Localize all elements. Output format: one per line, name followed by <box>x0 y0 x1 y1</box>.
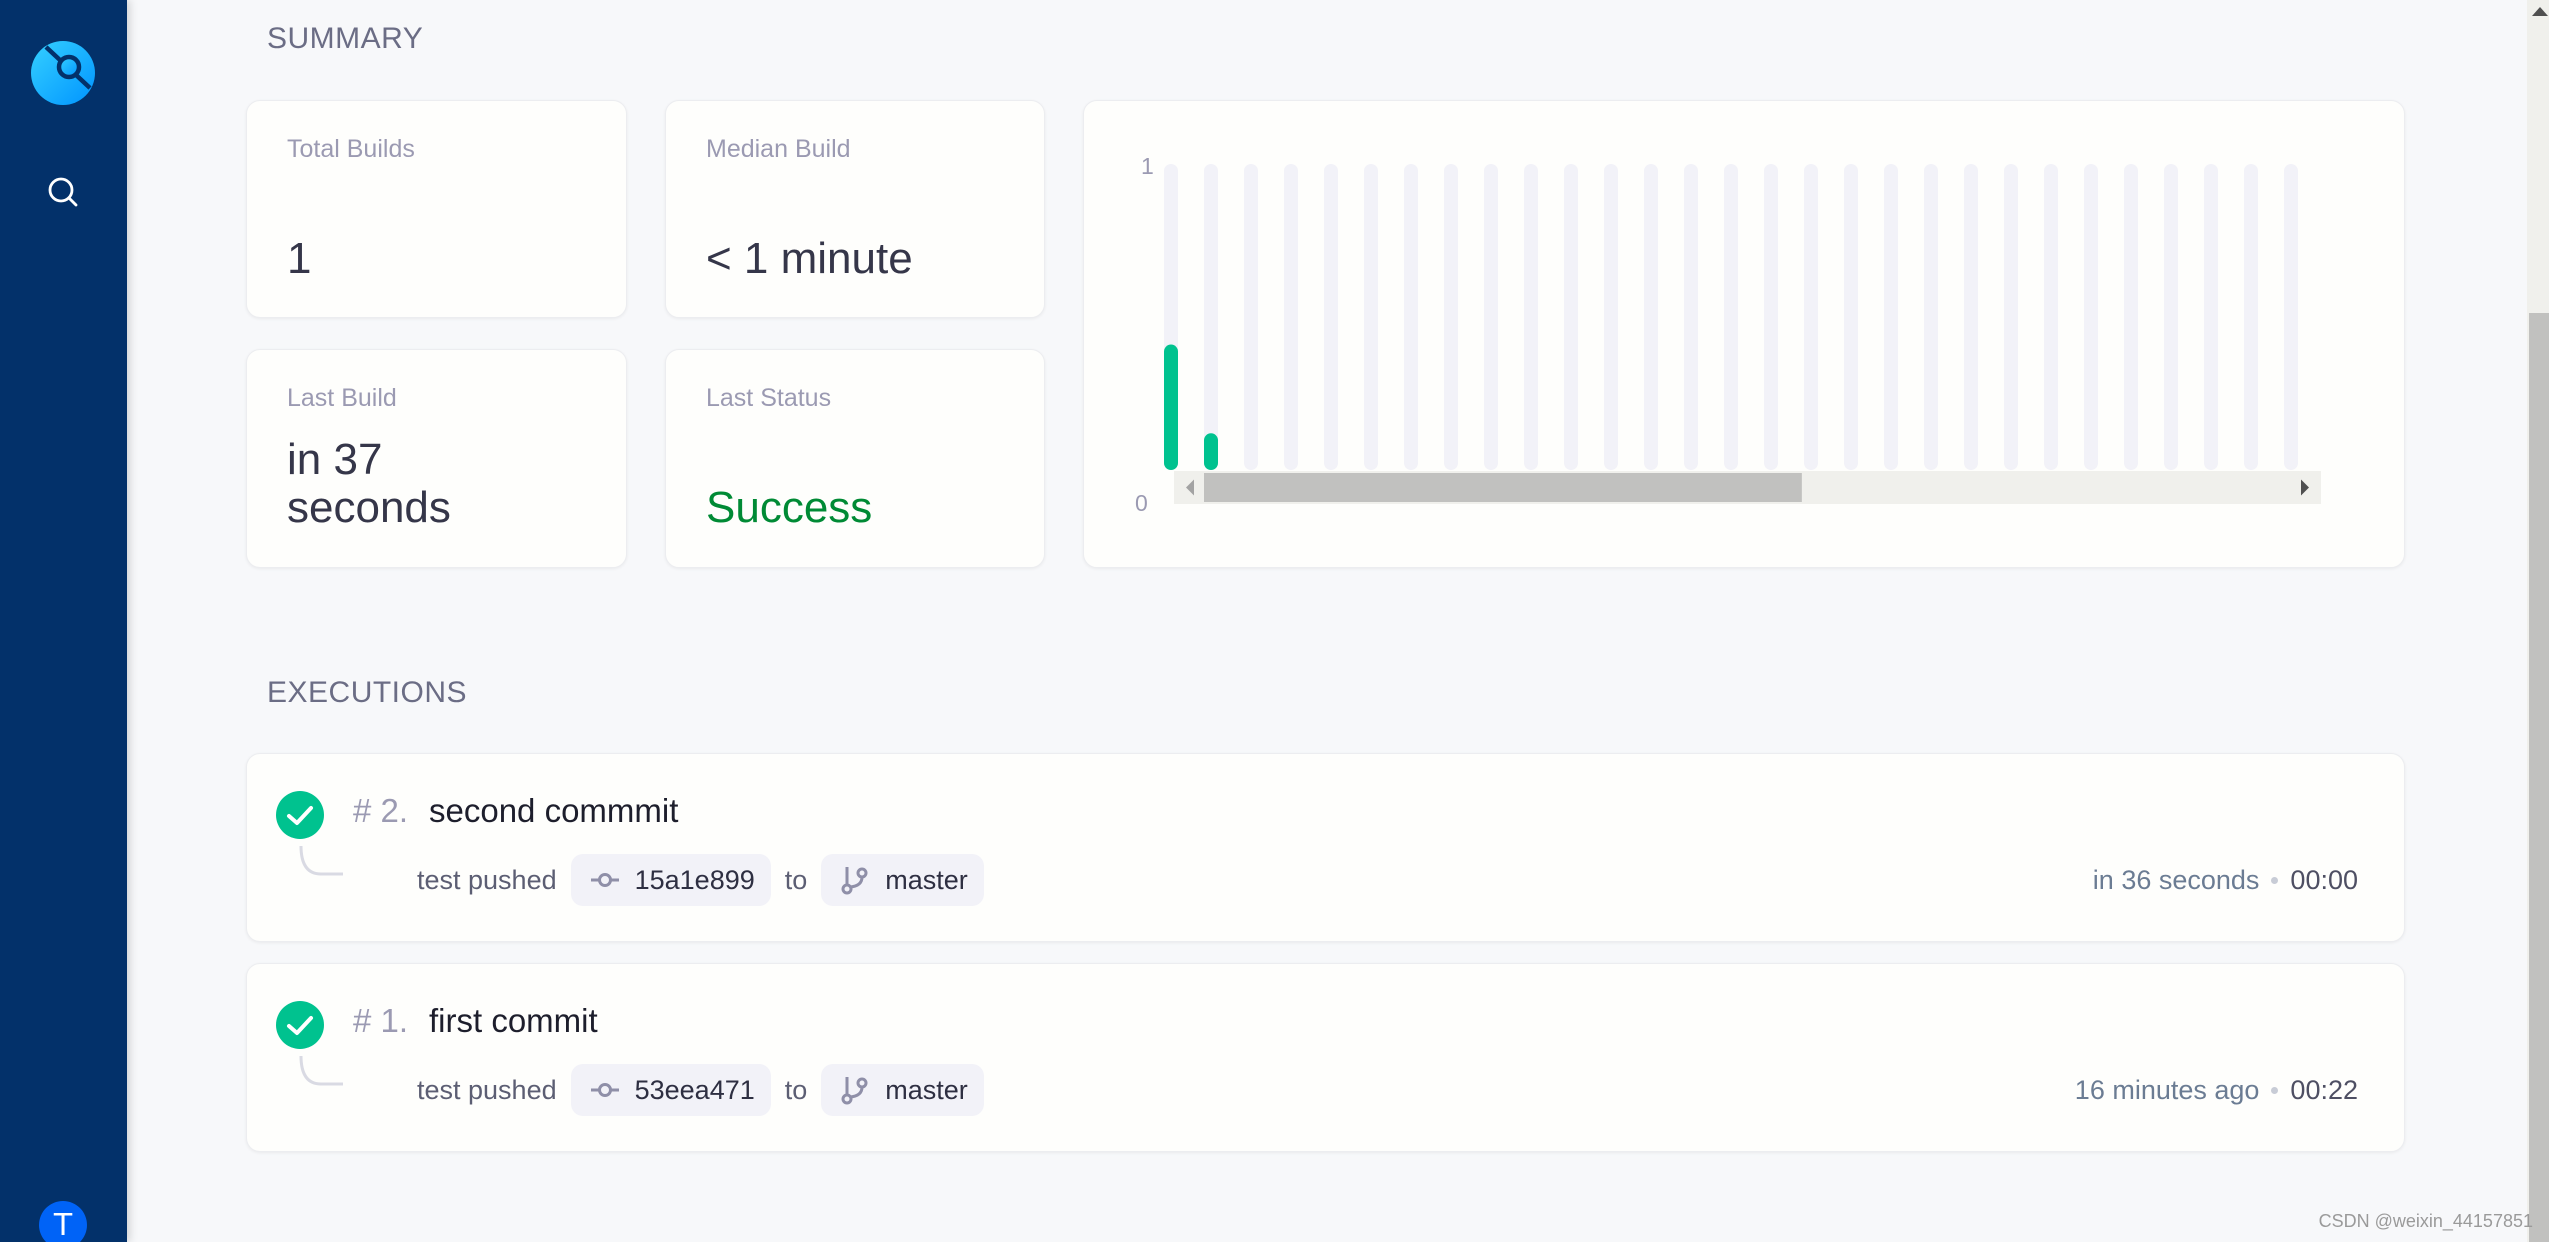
bar-track <box>1364 164 1378 470</box>
execution-time: 16 minutes ago <box>2074 1074 2260 1105</box>
bar-track <box>2284 164 2298 470</box>
bar-track <box>2164 164 2178 470</box>
stat-value: in 37 seconds <box>287 435 451 532</box>
executions-heading: EXECUTIONS <box>267 676 468 709</box>
commit-sha: 15a1e899 <box>634 864 755 895</box>
branch-icon <box>841 1077 868 1105</box>
stat-card-total-builds: Total Builds 1 <box>246 100 627 318</box>
stat-label: Total Builds <box>287 135 415 163</box>
search-icon[interactable] <box>46 175 80 209</box>
execution-time: in 36 seconds <box>2092 864 2260 895</box>
bar-track <box>2244 164 2258 470</box>
tree-connector-icon <box>299 1056 343 1086</box>
stat-label: Last Status <box>706 384 832 412</box>
branch-chip[interactable]: master <box>821 1064 984 1116</box>
bar-track <box>2084 164 2098 470</box>
bar-track <box>1964 164 1978 470</box>
execution-duration: 00:22 <box>2290 1074 2358 1105</box>
bar-track <box>1684 164 1698 470</box>
execution-number: # 2. <box>353 792 409 829</box>
to-label: to <box>784 864 808 895</box>
bar-track <box>1244 164 1258 470</box>
success-check-icon <box>276 1001 324 1049</box>
bar-track <box>1564 164 1578 470</box>
execution-title[interactable]: second commmit <box>429 792 678 830</box>
commit-icon <box>590 1083 619 1097</box>
stat-label: Median Build <box>706 135 851 163</box>
page-scrollbar[interactable] <box>2527 0 2549 1242</box>
user-avatar[interactable]: T <box>39 1201 87 1242</box>
builds-chart: 10 <box>1135 153 2321 516</box>
commit-chip[interactable]: 15a1e899 <box>570 854 771 906</box>
sidebar: T <box>0 0 127 1242</box>
bar-track <box>1524 164 1538 470</box>
tree-connector-icon <box>299 846 343 876</box>
execution-duration: 00:00 <box>2290 864 2358 895</box>
bar-track <box>2204 164 2218 470</box>
bar-track <box>1444 164 1458 470</box>
bar-track <box>1844 164 1858 470</box>
bar-track <box>1204 164 1218 470</box>
commit-chip[interactable]: 53eea471 <box>570 1064 771 1116</box>
bar-track <box>1284 164 1298 470</box>
bar-track <box>1884 164 1898 470</box>
chart-scrollbar-thumb[interactable] <box>1204 473 1802 502</box>
execution-meta: test pushed 15a1e899 to master <box>417 854 984 906</box>
builds-chart-card: 10 <box>1083 100 2405 568</box>
separator-dot <box>2271 876 2279 884</box>
bar-track <box>2124 164 2138 470</box>
execution-meta: test pushed 53eea471 to master <box>417 1064 984 1116</box>
branch-name: master <box>885 864 968 895</box>
status-value: Success <box>706 483 873 532</box>
to-label: to <box>784 1074 808 1105</box>
execution-title[interactable]: first commit <box>429 1002 598 1040</box>
watermark: CSDN @weixin_44157851 <box>2318 1211 2533 1231</box>
bar-track <box>2004 164 2018 470</box>
execution-timing: 16 minutes ago 00:22 <box>2075 1064 2358 1116</box>
stat-value: 1 <box>287 234 312 283</box>
execution-row[interactable]: # 1. first commit test pushed 53eea471 t… <box>246 963 2405 1152</box>
bar-track <box>1764 164 1778 470</box>
scroll-up-arrow-icon[interactable] <box>2532 7 2548 16</box>
stat-label: Last Build <box>287 384 397 412</box>
execution-timing: in 36 seconds 00:00 <box>2093 854 2358 906</box>
y-tick-label: 0 <box>1135 490 1148 516</box>
y-tick-label: 1 <box>1141 153 1154 179</box>
stat-card-last-build: Last Build in 37 seconds <box>246 349 627 568</box>
branch-chip[interactable]: master <box>821 854 984 906</box>
bar-track <box>1924 164 1938 470</box>
author-action: test pushed <box>417 1074 557 1105</box>
bar-track <box>1324 164 1338 470</box>
build-bar[interactable] <box>1164 344 1178 470</box>
commit-icon <box>590 873 619 887</box>
bar-track <box>1644 164 1658 470</box>
bar-track <box>1724 164 1738 470</box>
stat-card-median-build: Median Build < 1 minute <box>665 100 1045 318</box>
page-scrollbar-thumb[interactable] <box>2529 313 2549 1242</box>
build-bar[interactable] <box>1204 433 1218 470</box>
bar-track <box>2044 164 2058 470</box>
success-check-icon <box>276 791 324 839</box>
commit-sha: 53eea471 <box>634 1074 755 1105</box>
bar-track <box>1404 164 1418 470</box>
branch-icon <box>841 867 868 895</box>
branch-name: master <box>885 1074 968 1105</box>
bar-track <box>1484 164 1498 470</box>
summary-heading: SUMMARY <box>267 22 424 55</box>
bar-track <box>1804 164 1818 470</box>
drone-logo-icon[interactable] <box>30 40 96 106</box>
stat-value: < 1 minute <box>706 234 913 283</box>
execution-row[interactable]: # 2. second commmit test pushed 15a1e899… <box>246 753 2405 942</box>
bar-track <box>1604 164 1618 470</box>
separator-dot <box>2271 1086 2279 1094</box>
stat-card-last-status: Last Status Success <box>665 349 1045 568</box>
author-action: test pushed <box>417 864 557 895</box>
execution-number: # 1. <box>353 1002 409 1039</box>
